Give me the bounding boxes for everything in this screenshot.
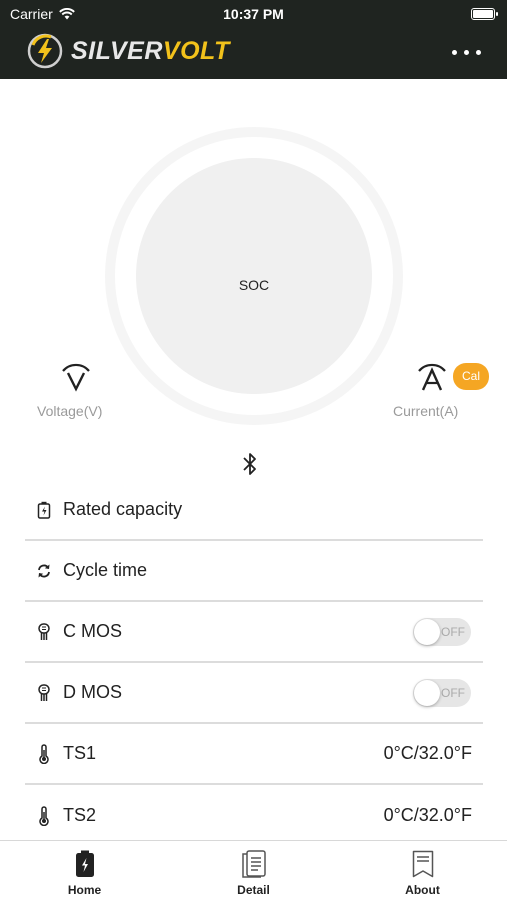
- more-menu-button[interactable]: [452, 50, 481, 55]
- battery-charge-icon: [35, 500, 53, 520]
- c-mos-row: C MOS OFF: [25, 602, 483, 663]
- rated-capacity-row: Rated capacity: [25, 480, 483, 541]
- thermometer-icon: [35, 805, 53, 826]
- brand-name-volt: VOLT: [162, 36, 230, 65]
- thermometer-icon: [35, 743, 53, 764]
- bookmark-about-icon: [410, 849, 436, 879]
- row-label: C MOS: [63, 621, 123, 641]
- more-dot: [464, 50, 469, 55]
- ts1-row: TS1 0°C/32.0°F: [25, 724, 483, 785]
- toggle-knob: [414, 679, 440, 706]
- battery-level: [473, 10, 493, 18]
- brand-name-silver: SILVER: [71, 36, 163, 65]
- status-battery-icon: [471, 8, 498, 20]
- tab-label: About: [405, 883, 440, 897]
- row-label: TS1: [63, 743, 97, 763]
- detail-list-icon: [241, 849, 267, 879]
- current-icon: [418, 363, 446, 391]
- cycle-time-row: Cycle time: [25, 541, 483, 602]
- more-dot: [476, 50, 481, 55]
- app-header: SILVERVOLT: [0, 28, 507, 79]
- voltage-label: Voltage(V): [37, 403, 103, 419]
- status-time: 10:37 PM: [223, 6, 284, 22]
- mosfet-icon: [35, 622, 53, 642]
- status-bar: Carrier 10:37 PM: [0, 0, 507, 28]
- more-dot: [452, 50, 457, 55]
- tab-home[interactable]: Home: [0, 841, 169, 900]
- row-label: Cycle time: [63, 560, 148, 580]
- soc-gauge: [136, 158, 372, 394]
- row-label: D MOS: [63, 682, 123, 702]
- ts2-row: TS2 0°C/32.0°F: [25, 785, 483, 846]
- current-label: Current(A): [393, 403, 459, 419]
- brand-logo: SILVERVOLT: [25, 31, 230, 71]
- mosfet-icon: [35, 683, 53, 703]
- toggle-knob: [414, 618, 440, 645]
- soc-label: SOC: [238, 277, 270, 293]
- battery-tab-icon: [72, 849, 98, 879]
- row-label: TS2: [63, 805, 97, 825]
- c-mos-toggle[interactable]: OFF: [413, 617, 471, 646]
- bluetooth-icon[interactable]: [239, 451, 261, 477]
- toggle-state-text: OFF: [441, 624, 465, 639]
- bolt-logo-icon: [27, 33, 63, 69]
- d-mos-row: D MOS OFF: [25, 663, 483, 724]
- row-label: Rated capacity: [63, 499, 183, 519]
- brand-name: SILVERVOLT: [71, 37, 230, 66]
- ts1-value: 0°C/32.0°F: [383, 743, 472, 763]
- battery-info-list: Rated capacity Cycle time C MOS OFF D MO…: [25, 480, 483, 846]
- voltage-icon: [62, 363, 90, 392]
- tab-label: Detail: [237, 883, 270, 897]
- calibrate-button[interactable]: Cal: [453, 363, 489, 390]
- tab-detail[interactable]: Detail: [169, 841, 338, 900]
- ts2-value: 0°C/32.0°F: [383, 805, 472, 825]
- d-mos-toggle[interactable]: OFF: [413, 678, 471, 707]
- refresh-icon: [35, 561, 53, 581]
- tab-label: Home: [67, 883, 102, 897]
- bottom-tab-bar: Home Detail About: [0, 840, 507, 900]
- toggle-state-text: OFF: [441, 685, 465, 700]
- app-screen: Carrier 10:37 PM SILVERVOLT SOC Voltage(…: [0, 0, 507, 900]
- tab-about[interactable]: About: [338, 841, 507, 900]
